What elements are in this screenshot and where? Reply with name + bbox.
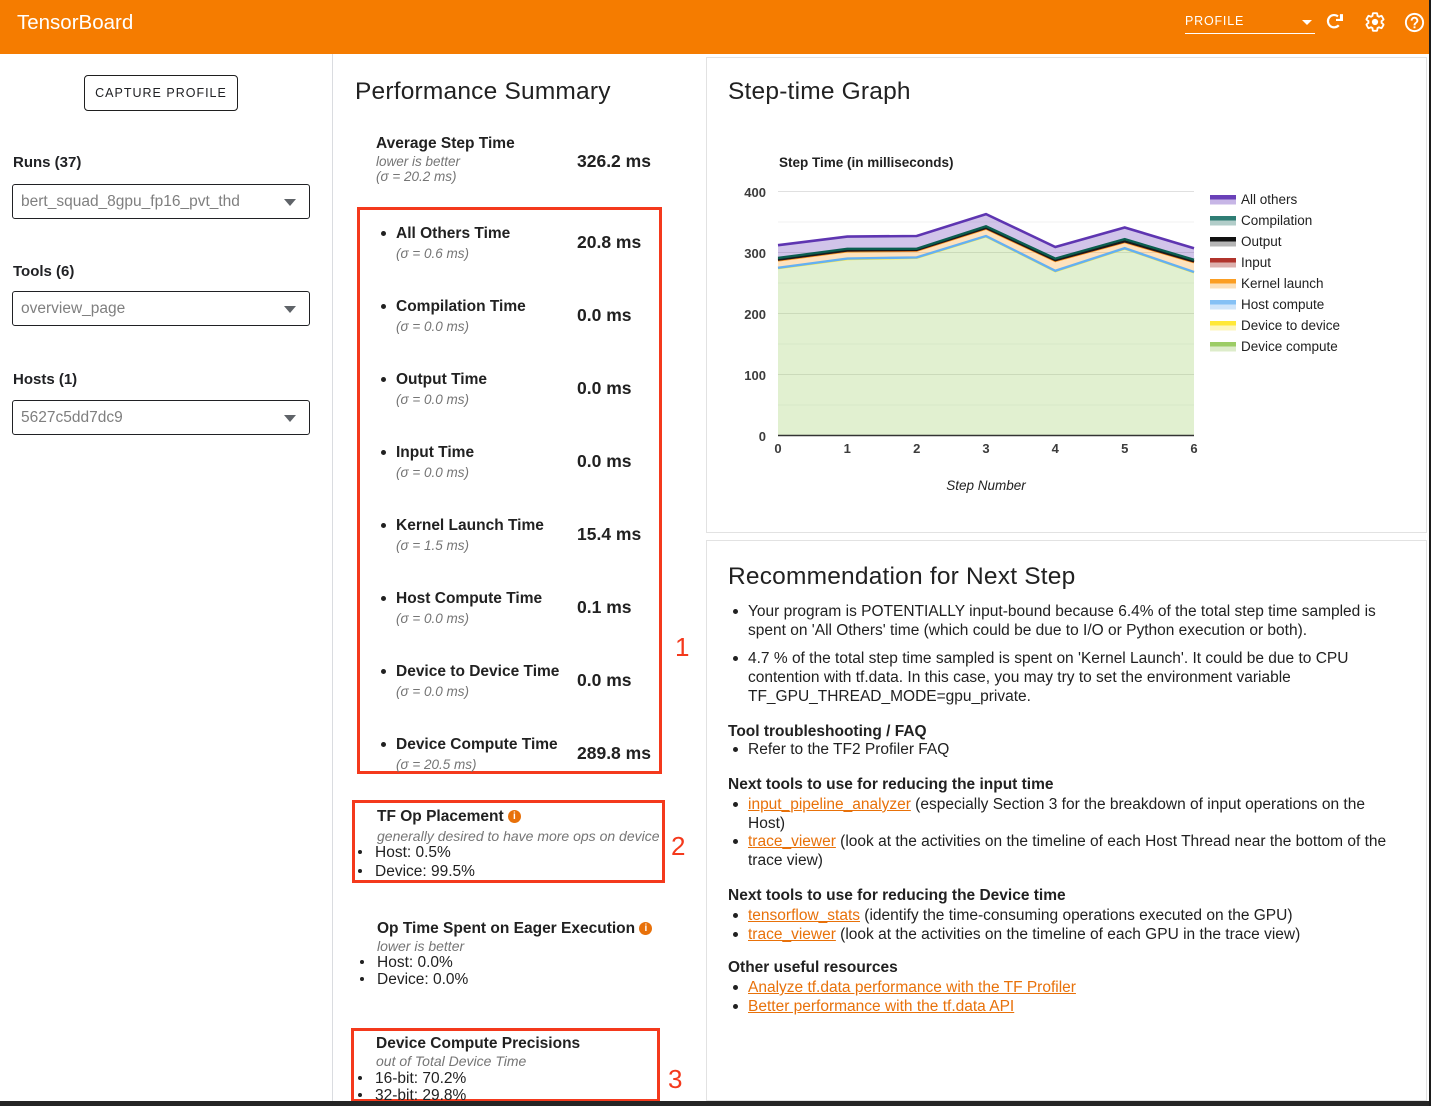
svg-text:0: 0 bbox=[759, 429, 766, 444]
svg-text:Device compute: Device compute bbox=[1241, 339, 1338, 354]
svg-text:100: 100 bbox=[744, 368, 766, 383]
svg-text:5: 5 bbox=[1121, 441, 1128, 456]
svg-text:0: 0 bbox=[774, 441, 781, 456]
svg-text:1: 1 bbox=[844, 441, 851, 456]
svg-text:Step Time (in milliseconds): Step Time (in milliseconds) bbox=[779, 155, 954, 170]
svg-text:Host compute: Host compute bbox=[1241, 297, 1324, 312]
svg-text:Compilation: Compilation bbox=[1241, 213, 1312, 228]
svg-text:3: 3 bbox=[982, 441, 989, 456]
svg-text:400: 400 bbox=[744, 185, 766, 200]
svg-text:Kernel launch: Kernel launch bbox=[1241, 276, 1324, 291]
svg-text:All others: All others bbox=[1241, 192, 1298, 207]
svg-text:4: 4 bbox=[1052, 441, 1060, 456]
svg-text:300: 300 bbox=[744, 246, 766, 261]
svg-text:6: 6 bbox=[1190, 441, 1197, 456]
svg-text:Input: Input bbox=[1241, 255, 1271, 270]
svg-text:Step Number: Step Number bbox=[946, 478, 1026, 493]
svg-text:Device to device: Device to device bbox=[1241, 318, 1340, 333]
svg-text:Output: Output bbox=[1241, 234, 1282, 249]
svg-text:2: 2 bbox=[913, 441, 920, 456]
svg-text:200: 200 bbox=[744, 307, 766, 322]
